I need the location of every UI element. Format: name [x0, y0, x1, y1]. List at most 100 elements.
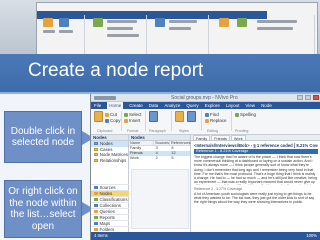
nav-classifications[interactable]: Classifications	[91, 196, 129, 202]
group-label-clipboard: Clipboard	[97, 129, 113, 133]
styles-alt-icon[interactable]	[187, 111, 196, 122]
window-controls	[297, 95, 319, 100]
tree-item-label: Cases	[100, 146, 113, 152]
window-title: Social groups.nvp - NVivo Pro	[171, 95, 238, 101]
row-sources: 2	[155, 156, 158, 160]
group-label-editing: Editing	[207, 129, 218, 133]
nav-label: Classifications	[99, 197, 128, 202]
slide-title: Create a node report	[28, 60, 204, 81]
nav-label: Reports	[99, 215, 115, 220]
source-heading[interactable]: <Internals\\Interviews\\Bob> - § 1 refer…	[194, 143, 318, 148]
title-band: Create a node report	[0, 54, 320, 94]
ribbon: Cut Copy Clipboard Select Insert Format …	[91, 109, 320, 135]
classifications-icon	[94, 197, 98, 202]
ribbon-separator	[201, 111, 202, 131]
callout-right-click: Or right click on the node within the li…	[4, 180, 82, 238]
replace-button[interactable]: Replace	[205, 118, 227, 123]
cut-label: Cut	[110, 112, 118, 117]
column-references[interactable]: References	[170, 141, 190, 145]
tab-view[interactable]: View	[245, 102, 255, 109]
tab-query[interactable]: Query	[186, 102, 198, 109]
folder-icon	[94, 153, 98, 157]
format-icon[interactable]	[149, 111, 158, 122]
tab-layout[interactable]: Layout	[226, 102, 240, 109]
preview-label	[169, 20, 197, 23]
maps-icon	[94, 221, 98, 226]
group-label-styles: Styles	[179, 129, 189, 133]
preview-paste-icon	[43, 18, 53, 27]
find-button[interactable]: Find	[205, 112, 219, 117]
styles-icon[interactable]	[175, 111, 184, 122]
list-row[interactable]: Work 2 5	[129, 156, 190, 161]
preview-node-icon	[93, 18, 103, 27]
tree-item-label: Node Matrices	[99, 152, 128, 158]
tab-node[interactable]: Node	[261, 102, 272, 109]
paste-icon[interactable]	[94, 111, 103, 122]
coded-text[interactable]: A lot of American youth sociologists wer…	[194, 192, 318, 205]
detail-tab-family[interactable]: Family	[193, 135, 211, 141]
select-button[interactable]: Select	[124, 112, 142, 117]
close-icon[interactable]	[313, 95, 319, 100]
window-titlebar: Social groups.nvp - NVivo Pro	[91, 94, 320, 102]
tree-item-label: Relationships	[100, 157, 127, 163]
zoom-level[interactable]: 100%	[306, 232, 317, 240]
tab-analyze[interactable]: Analyze	[164, 102, 180, 109]
reference-highlight: Reference 1 - 8.21% Coverage	[194, 149, 318, 154]
list-empty-area	[131, 169, 189, 229]
column-name[interactable]: Name	[129, 141, 155, 145]
tree-item-label: Nodes	[100, 141, 113, 147]
detail-tab-friends[interactable]: Friends	[211, 135, 230, 141]
tab-home[interactable]: Home	[107, 102, 124, 109]
preview-label	[107, 20, 137, 23]
status-items: 4 Items	[94, 233, 108, 238]
preview-label	[257, 27, 293, 30]
preview-label	[43, 30, 55, 33]
select-label: Select	[129, 112, 142, 117]
row-name: Work	[130, 156, 139, 160]
maximize-icon[interactable]	[305, 95, 311, 100]
background-preview	[0, 0, 320, 62]
preview-label	[59, 30, 73, 33]
preview-label	[107, 27, 133, 30]
tab-create[interactable]: Create	[129, 102, 143, 109]
group-label-paragraph: Paragraph	[149, 129, 166, 133]
ribbon-separator	[231, 111, 232, 131]
ribbon-tabs: File Home Create Data Analyze Query Expl…	[91, 102, 320, 109]
copy-button[interactable]: Copy	[105, 118, 121, 123]
replace-icon	[205, 118, 209, 123]
cut-button[interactable]: Cut	[105, 112, 117, 117]
node-folder-icon	[94, 142, 98, 146]
find-icon	[205, 112, 209, 117]
minimize-icon[interactable]	[297, 95, 303, 100]
tab-explore[interactable]: Explore	[205, 102, 220, 109]
find-label: Find	[210, 112, 219, 117]
preview-copy-icon	[59, 18, 69, 27]
navigation-buttons: Sources Nodes Classifications Collection…	[91, 184, 129, 232]
replace-label: Replace	[210, 118, 227, 123]
status-bar: 4 Items 100%	[91, 232, 320, 240]
tree-item-relationships[interactable]: Relationships	[91, 158, 128, 164]
quick-access-toolbar[interactable]	[94, 96, 116, 100]
nvivo-window: Social groups.nvp - NVivo Pro File Home …	[90, 94, 320, 240]
spelling-button[interactable]: Spelling	[235, 112, 256, 117]
preview-label	[257, 20, 297, 23]
preview-style-icon	[219, 18, 229, 27]
ribbon-separator	[145, 111, 146, 131]
collections-icon	[94, 203, 98, 208]
folders-icon	[94, 227, 98, 232]
coded-text[interactable]: The biggest change that I'm aware of is …	[194, 155, 318, 185]
nav-label: Queries	[99, 209, 115, 214]
copy-icon	[105, 118, 109, 123]
ribbon-separator	[171, 111, 172, 131]
preview-label	[107, 34, 139, 37]
insert-button[interactable]: Insert	[124, 118, 140, 123]
detail-body: <Internals\\Interviews\\Bob> - § 1 refer…	[191, 141, 320, 208]
nodes-icon	[94, 191, 98, 196]
tab-file[interactable]: File	[94, 102, 101, 109]
callout-column: Double click in selected node Or right c…	[0, 94, 94, 240]
column-sources[interactable]: Sources	[154, 141, 170, 145]
tab-data[interactable]: Data	[149, 102, 159, 109]
detail-tab-work[interactable]: Work	[230, 135, 246, 141]
spelling-icon	[235, 112, 239, 117]
cut-icon	[105, 112, 109, 117]
